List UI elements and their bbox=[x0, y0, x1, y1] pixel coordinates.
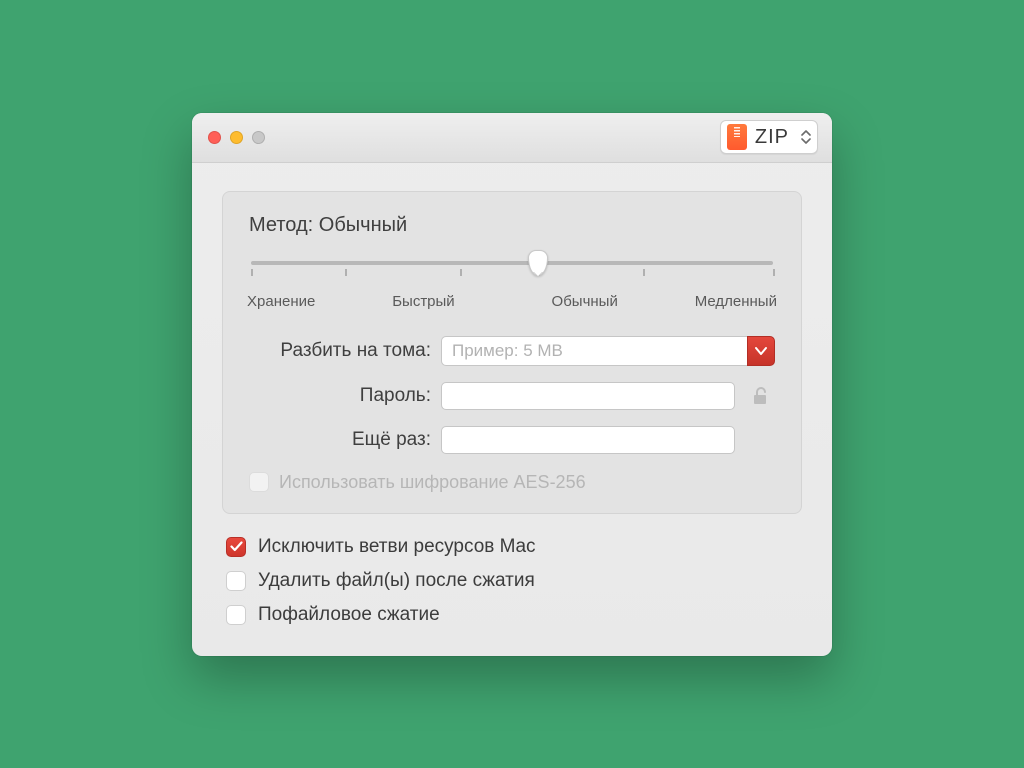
slider-label-fast: Быстрый bbox=[392, 293, 455, 310]
archive-format-label: ZIP bbox=[755, 126, 789, 149]
chevron-down-icon bbox=[801, 137, 811, 145]
slider-tick bbox=[773, 269, 775, 276]
per-file-checkbox[interactable] bbox=[226, 605, 246, 625]
window-content: Метод: Обычный Хранение Быстрый Обычный … bbox=[192, 163, 832, 656]
slider-tick bbox=[643, 269, 645, 276]
volumes-label: Разбить на тома: bbox=[249, 340, 431, 362]
chevron-down-icon bbox=[755, 346, 767, 356]
per-file-label: Пофайловое сжатие bbox=[258, 604, 440, 626]
password-repeat-label: Ещё раз: bbox=[249, 429, 431, 451]
row-password: Пароль: bbox=[249, 382, 775, 410]
zip-file-icon bbox=[727, 124, 747, 150]
row-password-repeat: Ещё раз: bbox=[249, 426, 775, 454]
titlebar: ZIP bbox=[192, 113, 832, 163]
row-volumes: Разбить на тома: bbox=[249, 336, 775, 366]
compression-panel: Метод: Обычный Хранение Быстрый Обычный … bbox=[222, 191, 802, 514]
form: Разбить на тома: Пароль: bbox=[249, 336, 775, 454]
slider-tick bbox=[251, 269, 253, 276]
method-prefix: Метод: bbox=[249, 214, 313, 236]
delete-after-checkbox[interactable] bbox=[226, 571, 246, 591]
format-stepper[interactable] bbox=[801, 129, 811, 145]
password-input[interactable] bbox=[441, 382, 735, 410]
option-exclude-mac[interactable]: Исключить ветви ресурсов Mac bbox=[226, 536, 802, 558]
slider-label-normal: Обычный bbox=[552, 293, 618, 310]
password-repeat-input[interactable] bbox=[441, 426, 735, 454]
chevron-up-icon bbox=[801, 129, 811, 137]
zoom-button[interactable] bbox=[252, 131, 265, 144]
volumes-combo bbox=[441, 336, 775, 366]
password-label: Пароль: bbox=[249, 385, 431, 407]
close-button[interactable] bbox=[208, 131, 221, 144]
extra-options: Исключить ветви ресурсов Mac Удалить фай… bbox=[222, 536, 802, 626]
method-label: Метод: Обычный bbox=[249, 214, 775, 237]
option-delete-after[interactable]: Удалить файл(ы) после сжатия bbox=[226, 570, 802, 592]
aes-label: Использовать шифрование AES-256 bbox=[279, 472, 586, 493]
slider-tick bbox=[460, 269, 462, 276]
slider-label-slow: Медленный bbox=[695, 293, 777, 310]
exclude-mac-label: Исключить ветви ресурсов Mac bbox=[258, 536, 536, 558]
minimize-button[interactable] bbox=[230, 131, 243, 144]
slider-track bbox=[251, 261, 773, 265]
archive-format-selector[interactable]: ZIP bbox=[720, 120, 818, 154]
slider-label-store: Хранение bbox=[247, 293, 315, 310]
option-per-file[interactable]: Пофайловое сжатие bbox=[226, 604, 802, 626]
preferences-window: ZIP Метод: Обычный bbox=[192, 113, 832, 656]
aes-checkbox bbox=[249, 472, 269, 492]
exclude-mac-checkbox[interactable] bbox=[226, 537, 246, 557]
volumes-dropdown-button[interactable] bbox=[747, 336, 775, 366]
slider-labels: Хранение Быстрый Обычный Медленный bbox=[247, 293, 777, 310]
slider-tick bbox=[345, 269, 347, 276]
volumes-input[interactable] bbox=[441, 336, 747, 366]
window-controls bbox=[208, 131, 265, 144]
check-icon bbox=[230, 541, 243, 552]
lock-icon[interactable] bbox=[745, 386, 775, 406]
delete-after-label: Удалить файл(ы) после сжатия bbox=[258, 570, 535, 592]
slider-thumb[interactable] bbox=[528, 250, 548, 276]
aes-option: Использовать шифрование AES-256 bbox=[249, 472, 775, 493]
compression-slider[interactable] bbox=[251, 255, 773, 289]
method-value: Обычный bbox=[319, 214, 407, 236]
